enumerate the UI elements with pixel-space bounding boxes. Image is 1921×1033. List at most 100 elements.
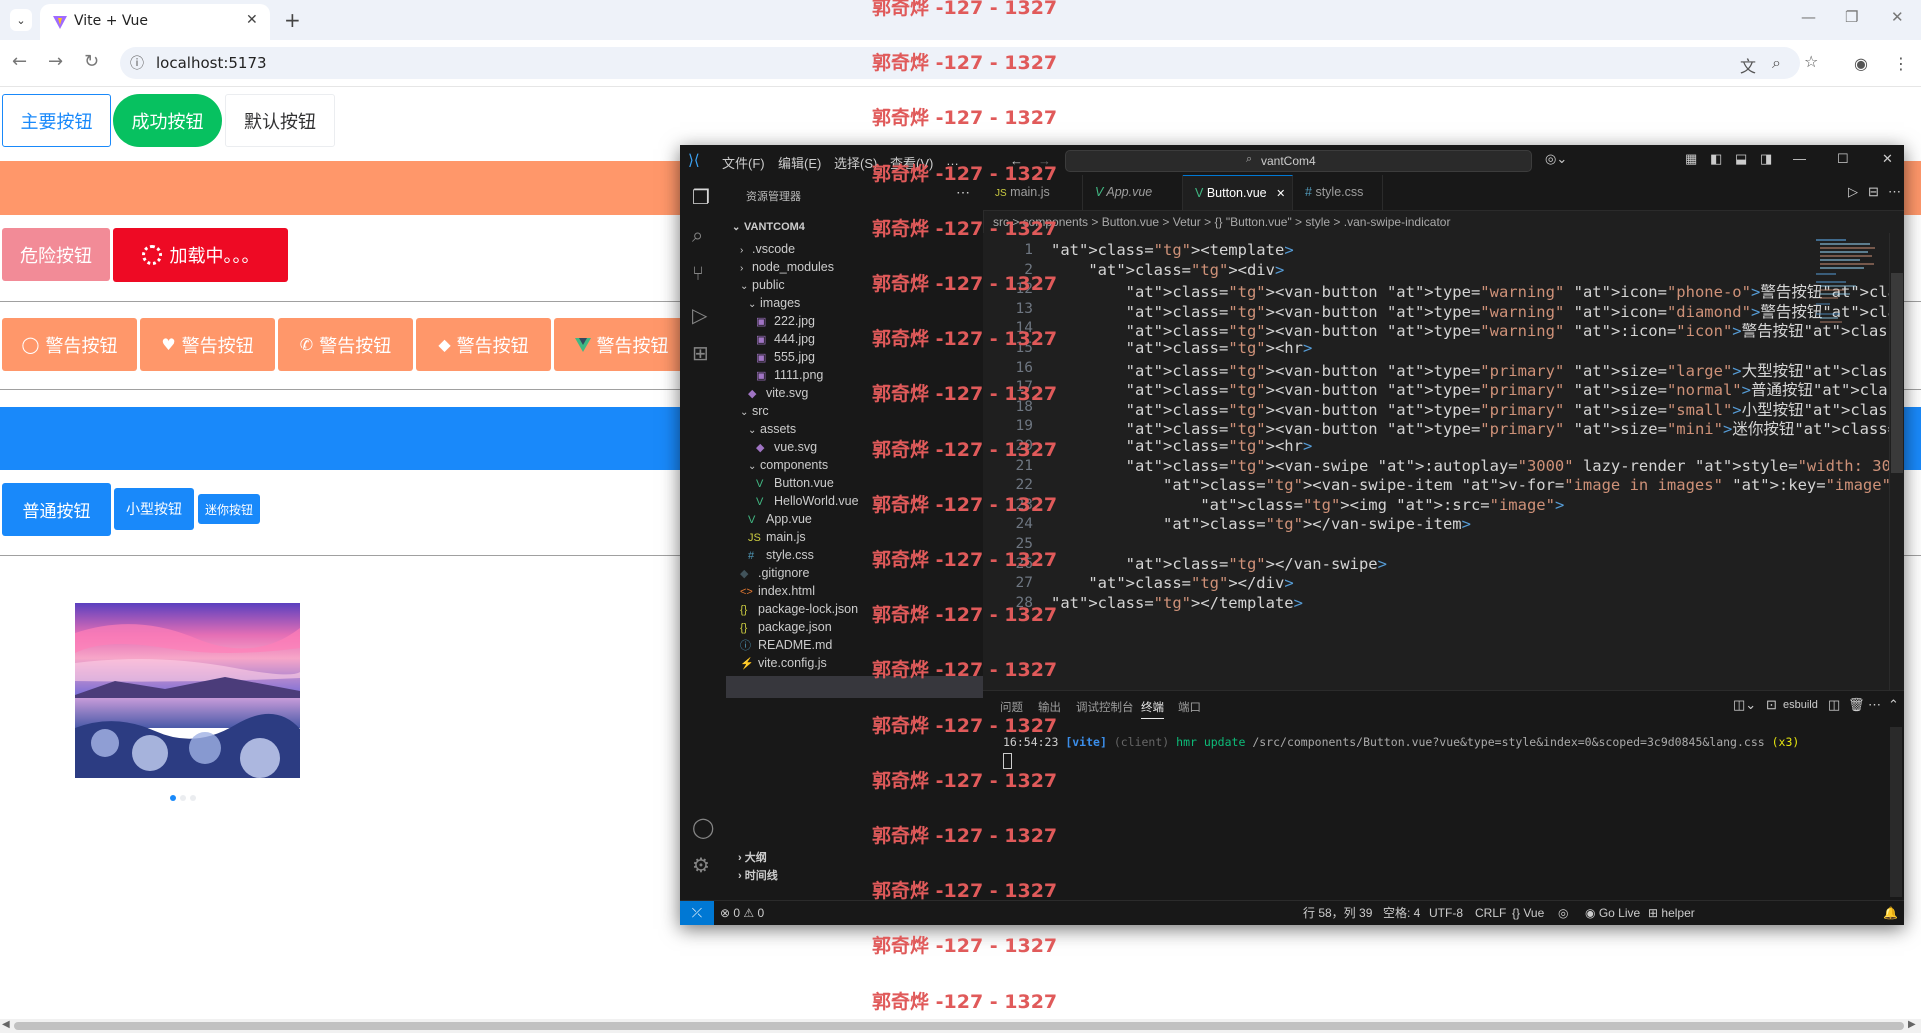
minimap[interactable] xyxy=(1808,233,1888,690)
warning-button-vue[interactable]: 警告按钮 xyxy=(554,318,689,371)
search-icon[interactable]: ⌕ xyxy=(692,225,703,248)
vscode-minimize-button[interactable]: — xyxy=(1793,151,1806,166)
toggle-secondary-sidebar-icon[interactable]: ◨ xyxy=(1760,151,1772,167)
scrollbar-thumb[interactable] xyxy=(14,1022,1904,1030)
tab-style-css[interactable]: # style.css xyxy=(1293,175,1383,210)
problems-count[interactable]: ⊗ 0 ⚠ 0 xyxy=(720,901,764,925)
source-control-icon[interactable]: ⑂ xyxy=(692,263,704,286)
scroll-left-icon[interactable]: ◀ xyxy=(2,1019,10,1030)
tree-root[interactable]: ⌄ VANTCOM4 xyxy=(732,216,805,238)
swipe-indicator-dot[interactable] xyxy=(190,795,196,801)
tree-item[interactable]: ⚡ vite.config.js xyxy=(740,652,827,674)
menu-selection[interactable]: 选择(S) xyxy=(834,153,877,172)
swipe-indicator-dot[interactable] xyxy=(170,795,176,801)
command-center[interactable]: ⌕ vantCom4 xyxy=(1065,150,1532,172)
cursor-position[interactable]: 行 58，列 39 xyxy=(1303,901,1372,925)
run-debug-icon[interactable]: ▷ xyxy=(692,303,707,328)
danger-button[interactable]: 危险按钮 xyxy=(2,228,110,281)
tab-search-button[interactable]: ⌄ xyxy=(10,9,32,31)
reload-icon[interactable]: ↻ xyxy=(84,51,99,72)
code-line[interactable]: "at">class="tg"><van-swipe "at">:autopla… xyxy=(1051,457,1904,475)
warning-button-diamond[interactable]: ◆ 警告按钮 xyxy=(416,318,551,371)
terminal-scrollbar[interactable] xyxy=(1890,727,1902,897)
primary-button[interactable]: 主要按钮 xyxy=(2,94,111,147)
terminal-layout-icon[interactable]: ◫⌄ xyxy=(1733,697,1756,713)
tab-app-vue[interactable]: V App.vue xyxy=(1083,175,1183,210)
code-line[interactable]: "at">class="tg"><div> xyxy=(1051,261,1284,279)
forward-icon[interactable]: → xyxy=(48,51,63,72)
settings-gear-icon[interactable]: ⚙ xyxy=(692,853,710,878)
remote-indicator-icon[interactable]: ⤫ xyxy=(680,901,714,925)
outline-section[interactable]: › 大纲 xyxy=(738,849,767,865)
scrollbar-thumb[interactable] xyxy=(1891,273,1903,473)
browser-menu-icon[interactable]: ⋮ xyxy=(1893,54,1909,73)
tab-button-vue[interactable]: V Button.vue ✕ xyxy=(1183,175,1293,210)
indent-spaces[interactable]: 空格: 4 xyxy=(1383,901,1420,925)
small-button[interactable]: 小型按钮 xyxy=(114,488,194,530)
restore-window-button[interactable]: ❐ xyxy=(1845,8,1858,26)
panel-tab-ports[interactable]: 端口 xyxy=(1178,699,1201,715)
code-line[interactable]: "at">class="tg"><img "at">:src="image"> xyxy=(1051,496,1564,514)
warning-button-circle[interactable]: ◯ 警告按钮 xyxy=(2,318,137,371)
terminal-output[interactable]: 16:54:23 [vite] (client) hmr update /src… xyxy=(1003,735,1799,749)
split-editor-icon[interactable]: ⊟ xyxy=(1868,184,1879,200)
normal-button[interactable]: 普通按钮 xyxy=(2,483,111,536)
vscode-maximize-button[interactable]: ☐ xyxy=(1837,151,1849,167)
accounts-icon[interactable]: ◯ xyxy=(692,815,714,840)
code-line[interactable]: "at">class="tg"><hr> xyxy=(1051,339,1313,357)
code-line[interactable]: "at">class="tg"><hr> xyxy=(1051,437,1313,455)
warning-button-heart[interactable]: ♥ 警告按钮 xyxy=(140,318,275,371)
scroll-right-icon[interactable]: ▶ xyxy=(1908,1019,1916,1030)
code-line[interactable]: "at">class="tg"><van-swipe-item "at">v-f… xyxy=(1051,476,1900,494)
panel-tab-debug-console[interactable]: 调试控制台 xyxy=(1076,699,1134,715)
split-terminal-icon[interactable]: ◫ xyxy=(1828,697,1840,713)
browser-tab[interactable]: Vite + Vue ✕ xyxy=(40,4,270,40)
toggle-panel-icon[interactable]: ⬓ xyxy=(1735,151,1747,167)
loading-button[interactable]: 加载中。。。 xyxy=(113,228,288,282)
code-line[interactable]: "at">class="tg"></div> xyxy=(1051,574,1293,592)
profile-icon[interactable]: ◉ xyxy=(1854,54,1868,73)
go-live-button[interactable]: ◉ Go Live xyxy=(1585,901,1640,925)
timeline-section[interactable]: › 时间线 xyxy=(738,867,778,883)
code-line[interactable]: "at">class="tg"></van-swipe> xyxy=(1051,555,1387,573)
translate-icon[interactable]: 文 xyxy=(1740,53,1756,77)
breadcrumb[interactable]: src > components > Button.vue > Vetur > … xyxy=(983,211,1904,233)
terminal-task-name[interactable]: esbuild xyxy=(1783,699,1818,711)
menu-file[interactable]: 文件(F) xyxy=(722,153,765,172)
copilot-icon[interactable]: ◎⌄ xyxy=(1545,151,1567,167)
trash-icon[interactable]: 🗑 xyxy=(1848,697,1865,713)
code-editor[interactable]: 1 "at">class="tg"><template> 2 "at">class=… xyxy=(983,233,1904,690)
more-actions-icon[interactable]: ⋯ xyxy=(956,184,970,201)
site-info-icon[interactable]: ⓘ xyxy=(130,53,144,73)
helper-button[interactable]: ⊞ helper xyxy=(1648,901,1695,925)
vscode-close-button[interactable]: ✕ xyxy=(1882,151,1893,167)
new-tab-button[interactable]: + xyxy=(284,8,301,32)
panel-more-icon[interactable]: ⋯ xyxy=(1868,697,1881,713)
notifications-bell-icon[interactable]: 🔔 xyxy=(1883,901,1898,925)
minimize-window-button[interactable]: — xyxy=(1801,8,1816,26)
maximize-panel-icon[interactable]: ⌃ xyxy=(1888,697,1899,713)
close-window-button[interactable]: ✕ xyxy=(1891,8,1904,26)
panel-tab-terminal[interactable]: 终端 xyxy=(1141,699,1164,719)
editor-more-icon[interactable]: ⋯ xyxy=(1888,184,1901,200)
warning-button-phone[interactable]: ✆ 警告按钮 xyxy=(278,318,413,371)
success-button[interactable]: 成功按钮 xyxy=(113,94,222,147)
horizontal-scrollbar[interactable]: ◀ ▶ xyxy=(0,1019,1921,1033)
swipe-indicator-dot[interactable] xyxy=(180,795,186,801)
code-line[interactable]: "at">class="tg"></van-swipe-item> xyxy=(1051,515,1471,533)
bookmark-star-icon[interactable]: ☆ xyxy=(1804,52,1818,71)
code-line[interactable]: "at">class="tg"><template> xyxy=(1051,241,1294,259)
language-mode[interactable]: {} Vue xyxy=(1512,901,1544,925)
explorer-icon[interactable]: ❐ xyxy=(692,185,710,210)
url-text[interactable]: localhost:5173 xyxy=(156,54,267,72)
run-icon[interactable]: ▷ xyxy=(1848,184,1858,200)
menu-edit[interactable]: 编辑(E) xyxy=(778,153,821,172)
swipe-carousel[interactable] xyxy=(75,603,300,778)
customize-layout-icon[interactable]: ▦ xyxy=(1685,151,1697,167)
back-icon[interactable]: ← xyxy=(12,51,27,72)
zoom-icon[interactable]: ⌕ xyxy=(1772,53,1781,73)
code-line[interactable]: "at">class="tg"></template> xyxy=(1051,594,1303,612)
file-encoding[interactable]: UTF-8 xyxy=(1429,901,1463,925)
default-button[interactable]: 默认按钮 xyxy=(225,94,335,147)
tab-close-icon[interactable]: ✕ xyxy=(246,12,258,28)
